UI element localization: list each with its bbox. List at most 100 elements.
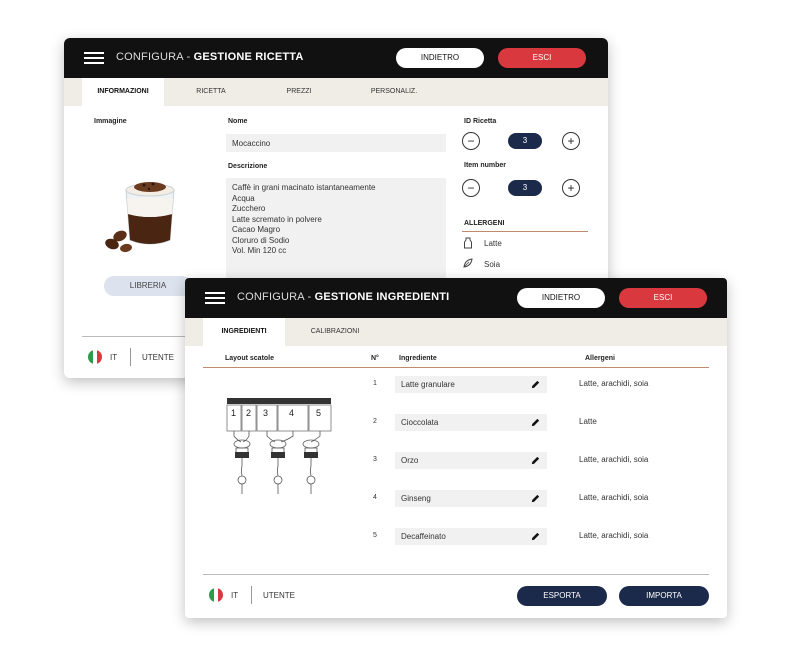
ingredient-input[interactable]: Cioccolata: [395, 414, 547, 431]
title-main: GESTIONE RICETTA: [193, 51, 304, 63]
description-line: Acqua: [232, 193, 255, 203]
italy-flag-icon[interactable]: [209, 588, 223, 602]
ingredient-name: Orzo: [401, 456, 419, 465]
canister-label: 5: [316, 408, 321, 418]
canister-label: 4: [289, 408, 294, 418]
canister-layout-diagram: 1 2 3 4 5: [226, 398, 332, 494]
footer-separator: [251, 586, 252, 604]
name-label: Nome: [228, 118, 248, 125]
column-ingredient: Ingrediente: [399, 355, 437, 362]
export-button[interactable]: ESPORTA: [517, 586, 607, 606]
ingredient-input[interactable]: Decaffeinato: [395, 528, 547, 545]
item-number-value: 3: [508, 180, 542, 196]
ingredient-name: Cioccolata: [401, 418, 439, 427]
tab-personalizza[interactable]: PERSONALIZ.: [354, 78, 434, 106]
row-number: 2: [373, 418, 377, 425]
tab-ingredienti[interactable]: INGREDIENTI: [203, 318, 285, 346]
tab-informazioni[interactable]: INFORMAZIONI: [82, 78, 164, 106]
user-label[interactable]: UTENTE: [142, 353, 174, 362]
footer-separator: [130, 348, 131, 366]
description-line: Cloruro di Sodio: [232, 235, 290, 245]
row-allergens: Latte, arachidi, soia: [579, 455, 649, 464]
name-input[interactable]: Mocaccino: [226, 134, 446, 152]
title-separator: -: [183, 51, 194, 63]
ingredient-name: Decaffeinato: [401, 532, 446, 541]
recipe-footer-divider: [82, 336, 192, 337]
pencil-icon[interactable]: [530, 493, 541, 504]
row-number: 5: [373, 532, 377, 539]
description-line: Vol. Min 120 cc: [232, 246, 287, 255]
ingredient-name: Latte granulare: [401, 380, 455, 389]
item-number-label: Item number: [464, 162, 507, 169]
back-button[interactable]: INDIETRO: [396, 48, 484, 68]
hamburger-menu-icon[interactable]: [205, 292, 225, 305]
hamburger-menu-icon[interactable]: [84, 52, 104, 65]
recipe-tabbar: INFORMAZIONI RICETTA PREZZI PERSONALIZ.: [64, 78, 608, 106]
ingredients-window-title: CONFIGURA - GESTIONE INGREDIENTI: [237, 291, 449, 303]
description-label: Descrizione: [228, 163, 268, 170]
allergens-heading: ALLERGENI: [464, 220, 505, 227]
description-line: Cacao Magro: [232, 225, 281, 234]
italy-flag-icon[interactable]: [88, 350, 102, 364]
back-button[interactable]: INDIETRO: [517, 288, 605, 308]
pencil-icon[interactable]: [530, 531, 541, 542]
tab-ricetta[interactable]: RICETTA: [176, 78, 246, 106]
ingredient-input[interactable]: Ginseng: [395, 490, 547, 507]
description-textarea[interactable]: Caffè in grani macinato istantaneamente …: [226, 178, 446, 278]
row-allergens: Latte, arachidi, soia: [579, 531, 649, 540]
ingredients-footer-divider: [203, 574, 709, 575]
ingredient-name: Ginseng: [401, 494, 431, 503]
row-number: 3: [373, 456, 377, 463]
row-number: 1: [373, 380, 377, 387]
library-button[interactable]: LIBRERIA: [104, 276, 192, 296]
ingredient-input[interactable]: Orzo: [395, 452, 547, 469]
column-number: N°: [371, 355, 379, 362]
id-increment-button[interactable]: +: [562, 132, 580, 150]
tab-calibrazioni[interactable]: CALIBRAZIONI: [297, 318, 373, 346]
title-prefix: CONFIGURA: [237, 291, 305, 303]
allergen-latte: Latte: [484, 239, 502, 248]
user-label[interactable]: UTENTE: [263, 591, 295, 600]
title-main: GESTIONE INGREDIENTI: [314, 291, 450, 303]
exit-button[interactable]: ESCI: [619, 288, 707, 308]
recipe-topbar: CONFIGURA - GESTIONE RICETTA INDIETRO ES…: [64, 38, 608, 78]
recipe-id-label: ID Ricetta: [464, 118, 497, 125]
canister-label: 2: [246, 408, 251, 418]
description-line: Zucchero: [232, 204, 266, 213]
image-label: Immagine: [94, 118, 127, 125]
row-allergens: Latte, arachidi, soia: [579, 379, 649, 388]
description-line: Latte scremato in polvere: [232, 214, 322, 224]
ingredients-window: CONFIGURA - GESTIONE INGREDIENTI INDIETR…: [185, 278, 727, 618]
pencil-icon[interactable]: [530, 417, 541, 428]
recipe-image-mocaccino: [105, 182, 175, 253]
id-decrement-button[interactable]: −: [462, 132, 480, 150]
description-line: Caffè in grani macinato istantaneamente: [232, 183, 376, 192]
title-separator: -: [304, 291, 315, 303]
soy-icon: [463, 258, 473, 268]
pencil-icon[interactable]: [530, 379, 541, 390]
tab-prezzi[interactable]: PREZZI: [264, 78, 334, 106]
recipe-id-value: 3: [508, 133, 542, 149]
canister-label: 1: [231, 408, 236, 418]
header-divider: [203, 367, 709, 368]
row-number: 4: [373, 494, 377, 501]
pencil-icon[interactable]: [530, 455, 541, 466]
title-prefix: CONFIGURA: [116, 51, 184, 63]
milk-icon: [464, 237, 472, 249]
recipe-window-title: CONFIGURA - GESTIONE RICETTA: [116, 51, 304, 63]
item-increment-button[interactable]: +: [562, 179, 580, 197]
canister-label: 3: [263, 408, 268, 418]
exit-button[interactable]: ESCI: [498, 48, 586, 68]
import-button[interactable]: IMPORTA: [619, 586, 709, 606]
column-allergens: Allergeni: [585, 355, 615, 362]
ingredients-tabbar: INGREDIENTI CALIBRAZIONI: [185, 318, 727, 346]
column-layout-scatole: Layout scatole: [225, 355, 275, 362]
ingredients-topbar: CONFIGURA - GESTIONE INGREDIENTI INDIETR…: [185, 278, 727, 318]
allergens-divider: [462, 231, 588, 232]
allergen-soia: Soia: [484, 260, 501, 269]
language-code[interactable]: IT: [231, 591, 238, 600]
row-allergens: Latte, arachidi, soia: [579, 493, 649, 502]
item-decrement-button[interactable]: −: [462, 179, 480, 197]
language-code[interactable]: IT: [110, 353, 117, 362]
ingredient-input[interactable]: Latte granulare: [395, 376, 547, 393]
